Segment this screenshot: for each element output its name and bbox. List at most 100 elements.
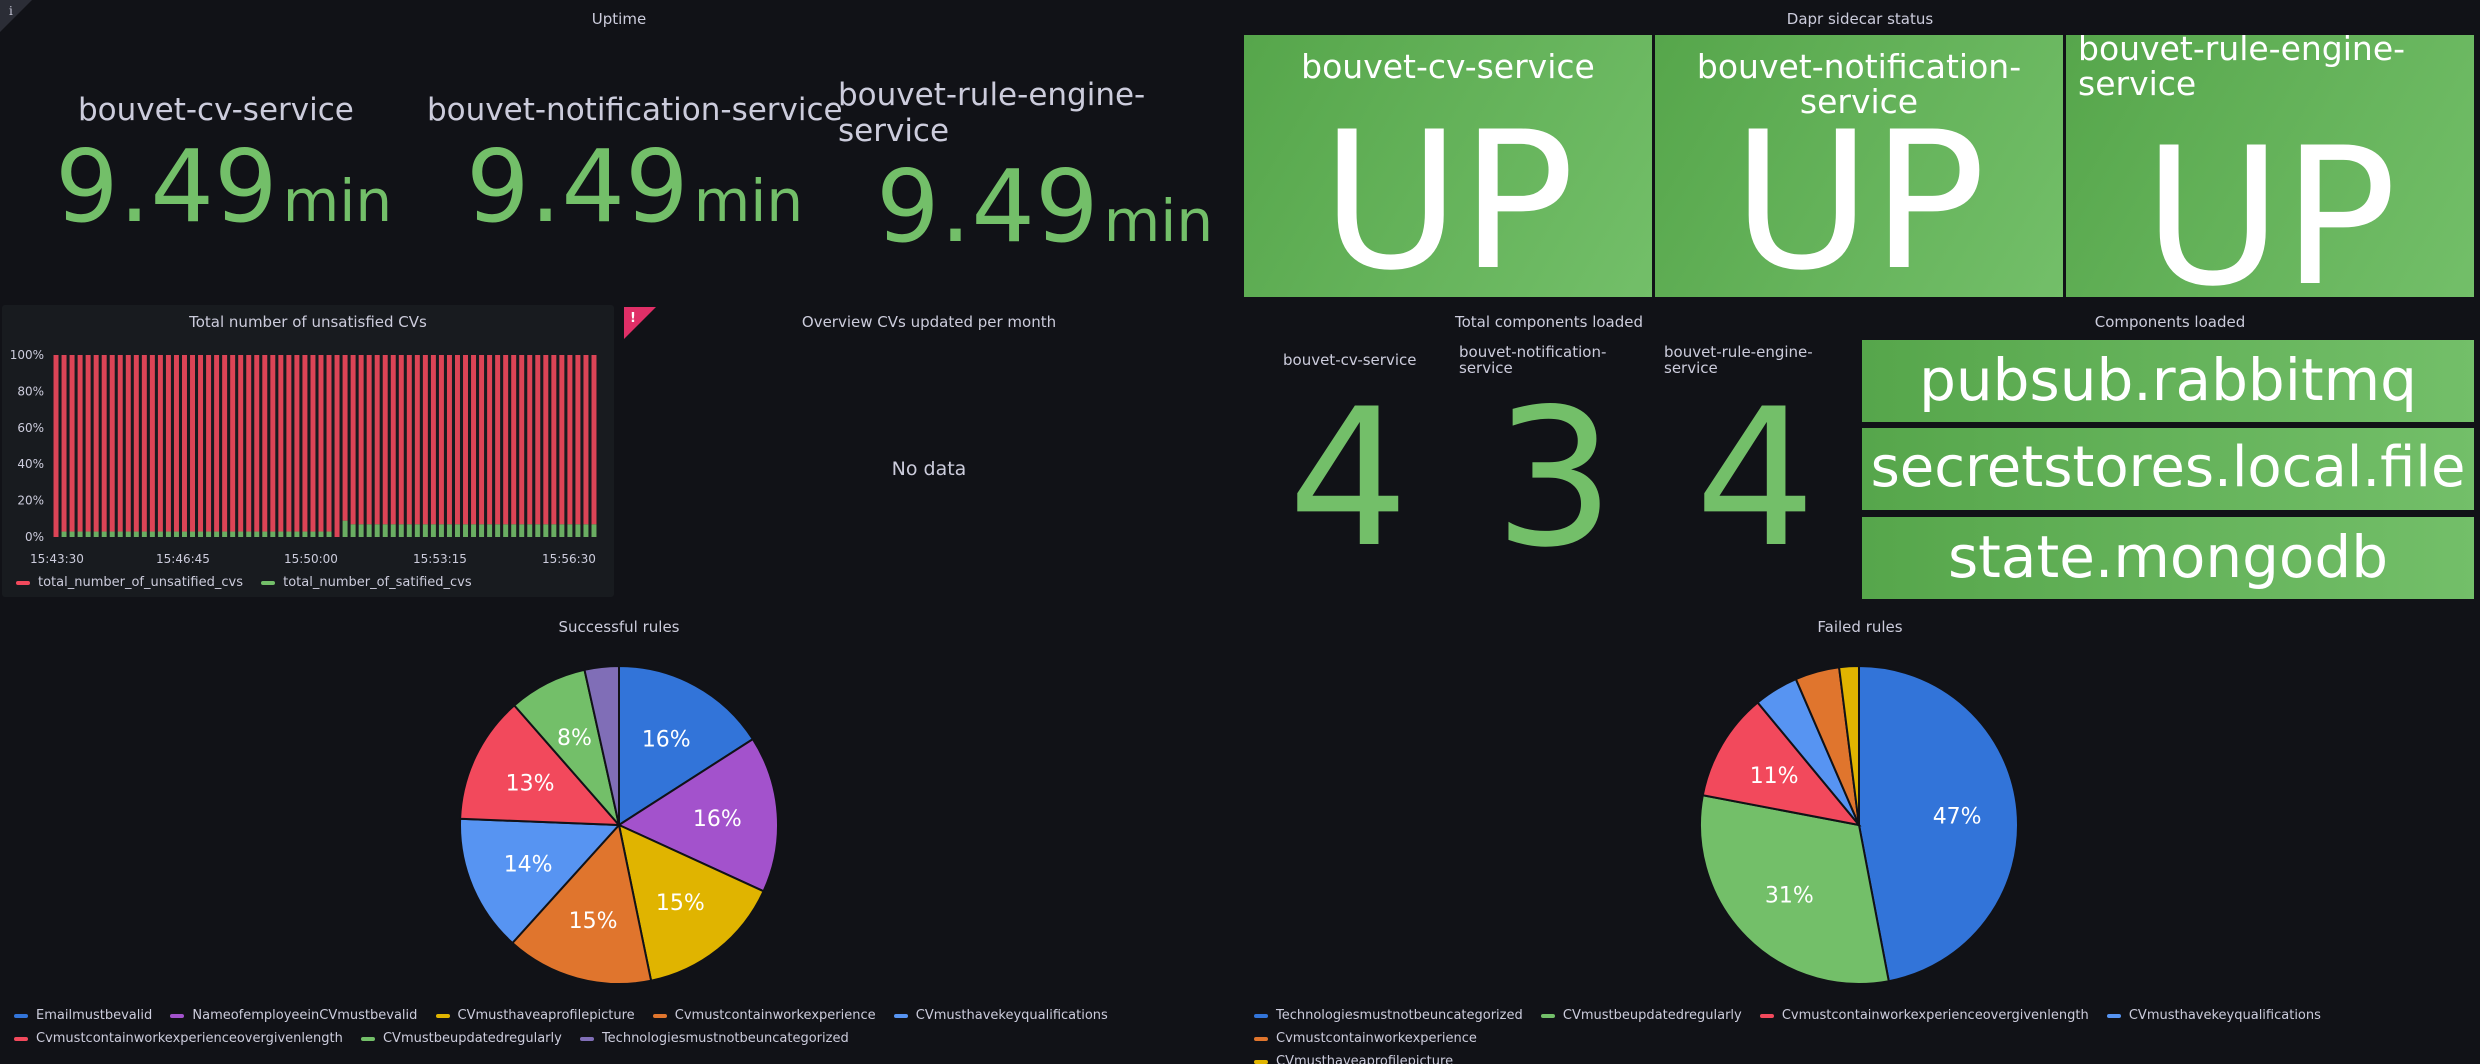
- legend-item[interactable]: CVmusthavekeyqualifications: [2106, 1004, 2321, 1027]
- legend-item[interactable]: CVmusthaveaprofilepicture: [1254, 1050, 1453, 1064]
- bar-unsatisfied: [503, 355, 509, 525]
- bar-satisfied: [206, 531, 212, 537]
- bar-satisfied: [198, 531, 204, 537]
- legend-item[interactable]: Cvmustcontainworkexperience: [652, 1004, 876, 1027]
- bar-satisfied: [173, 531, 179, 537]
- bar-unsatisfied: [422, 355, 428, 525]
- legend-item[interactable]: Technologiesmustnotbeuncategorized: [1254, 1004, 1523, 1027]
- successful-rules-pie: 16% 16% 15% 15% 14% 13%8%: [459, 664, 779, 985]
- uptime-name-rule-engine: bouvet-rule-engine-service: [838, 77, 1146, 149]
- bar-satisfied: [302, 531, 308, 537]
- failed-rules-panel: Failed rules 47% 31% 11% Technologiesmustn…: [1240, 610, 2480, 1064]
- legend-item[interactable]: Cvmustcontainworkexperienceovergivenleng…: [1759, 1004, 2089, 1027]
- bar-satisfied: [374, 524, 380, 537]
- bar-unsatisfied: [511, 355, 517, 525]
- uptime-title: Uptime: [591, 10, 647, 28]
- legend-item[interactable]: Emailmustbevalid: [14, 1004, 152, 1027]
- failed-rules-pie: 47% 31% 11%: [1699, 664, 2020, 985]
- bar-unsatisfied: [342, 355, 348, 521]
- bar-unsatisfied: [543, 355, 549, 525]
- dapr-tile-cv: bouvet-cv-service UP: [1244, 35, 1652, 297]
- legend-item[interactable]: CVmusthaveaprofilepicture: [435, 1004, 635, 1027]
- x-tick-label: 15:53:15: [413, 552, 467, 566]
- legend-item[interactable]: Cvmustcontainworkexperienceovergivenleng…: [14, 1027, 343, 1050]
- bar-unsatisfied: [535, 355, 541, 525]
- bar-unsatisfied: [551, 355, 557, 525]
- bar-satisfied: [382, 524, 388, 537]
- legend-item[interactable]: total_number_of_satified_cvs: [261, 571, 472, 594]
- pie-slice-label: 8%: [557, 726, 592, 751]
- bar-satisfied: [238, 531, 244, 537]
- components-loaded-title: Components loaded: [2094, 313, 2246, 331]
- bar-satisfied: [479, 524, 485, 537]
- bar-unsatisfied: [69, 355, 75, 532]
- bar-unsatisfied: [454, 355, 460, 525]
- bar-satisfied: [463, 524, 469, 537]
- y-tick-label: 20%: [17, 494, 44, 508]
- dapr-tile-notification: bouvet-notification-service UP: [1655, 35, 2063, 297]
- bar-satisfied: [495, 524, 501, 537]
- bar-unsatisfied: [181, 355, 187, 532]
- legend-item[interactable]: total_number_of_unsatified_cvs: [16, 571, 243, 594]
- bar-satisfied: [85, 531, 91, 537]
- bar-unsatisfied: [117, 355, 123, 532]
- legend-item[interactable]: CVmustbeupdatedregularly: [360, 1027, 562, 1050]
- uptime-value-rule-engine: 9.49 min: [876, 148, 1214, 265]
- bar-satisfied: [358, 524, 364, 537]
- dapr-tile-name: bouvet-rule-engine-service: [2078, 29, 2406, 104]
- bar-satisfied: [583, 524, 589, 537]
- pie-slice-label: 16%: [642, 727, 691, 752]
- bar-satisfied: [141, 531, 147, 537]
- bar-satisfied: [414, 524, 420, 537]
- bar-satisfied: [527, 524, 533, 537]
- total-components-title: Total components loaded: [1454, 313, 1644, 331]
- legend-item[interactable]: Technologiesmustnotbeuncategorized: [579, 1027, 849, 1050]
- bar-unsatisfied: [286, 355, 292, 532]
- bar-satisfied: [214, 531, 220, 537]
- pie-slice-label: 31%: [1765, 884, 1814, 909]
- bar-unsatisfied: [310, 355, 316, 532]
- bar-unsatisfied: [302, 355, 308, 532]
- bar-satisfied: [398, 524, 404, 537]
- bar-unsatisfied: [238, 355, 244, 532]
- bar-unsatisfied: [575, 355, 581, 525]
- uptime-panel: Uptime bouvet-cv-service 9.49 min bouvet…: [0, 0, 1238, 300]
- legend-item[interactable]: Cvmustcontainworkexperience: [1254, 1027, 1477, 1050]
- bar-satisfied: [326, 531, 332, 537]
- bar-unsatisfied: [519, 355, 525, 525]
- unsatisfied-cvs-panel: Total number of unsatisfied CVs 0% 20% 40%…: [2, 305, 614, 597]
- bar-unsatisfied: [567, 355, 573, 525]
- bar-satisfied: [422, 524, 428, 537]
- bar-satisfied: [157, 531, 163, 537]
- legend-item[interactable]: CVmustbeupdatedregularly: [1540, 1004, 1742, 1027]
- bar-unsatisfied: [141, 355, 147, 532]
- bar-unsatisfied: [334, 355, 340, 537]
- bar-satisfied: [294, 531, 300, 537]
- successful-rules-legend: Emailmustbevalid NameofemployeeinCVmustb…: [14, 1004, 1234, 1050]
- legend-swatch: [1254, 1013, 1268, 1018]
- bar-unsatisfied: [438, 355, 444, 525]
- pie-slice-label: 11%: [1750, 764, 1799, 789]
- bar-satisfied: [125, 531, 131, 537]
- legend-swatch: [1254, 1059, 1268, 1064]
- legend-swatch: [360, 1036, 375, 1041]
- component-row: state.mongodb: [1862, 517, 2474, 599]
- bar-satisfied: [471, 524, 477, 537]
- dapr-tile-name: bouvet-cv-service: [1301, 47, 1595, 86]
- bar-satisfied: [350, 524, 356, 537]
- legend-swatch: [261, 580, 276, 585]
- pie-slice-label: 47%: [1933, 805, 1982, 830]
- legend-item[interactable]: CVmusthavekeyqualifications: [893, 1004, 1108, 1027]
- bar-satisfied: [342, 520, 348, 537]
- bar-unsatisfied: [246, 355, 252, 532]
- legend-item[interactable]: NameofemployeeinCVmustbevalid: [170, 1004, 417, 1027]
- component-row: pubsub.rabbitmq: [1862, 340, 2474, 422]
- pie-slice-label: 13%: [506, 772, 555, 797]
- bar-unsatisfied: [471, 355, 477, 525]
- legend-swatch: [2106, 1013, 2121, 1018]
- bar-unsatisfied: [350, 355, 356, 525]
- bar-satisfied: [133, 531, 139, 537]
- bar-unsatisfied: [559, 355, 565, 525]
- legend-swatch: [14, 1013, 28, 1018]
- bar-unsatisfied: [93, 355, 99, 532]
